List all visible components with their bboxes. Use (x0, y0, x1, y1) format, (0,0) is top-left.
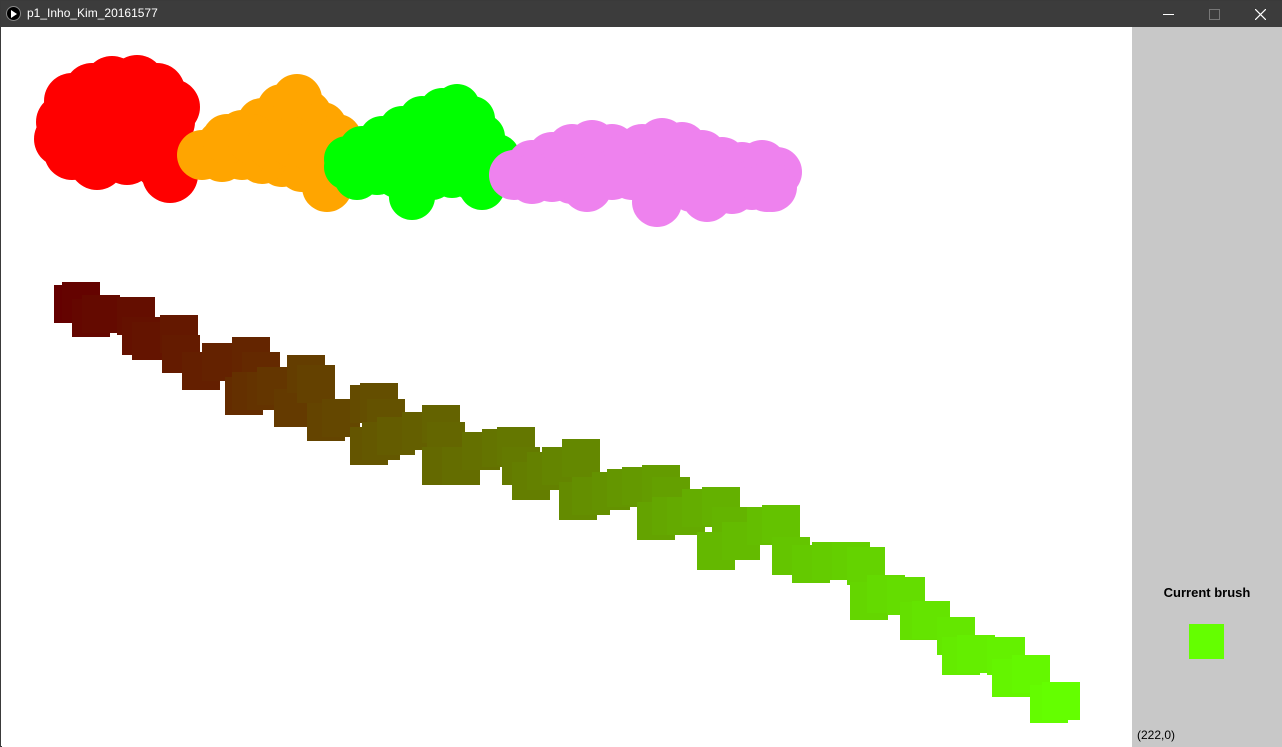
circle-brush-dab (682, 172, 732, 222)
circle-brush-dab (44, 124, 100, 180)
circle-brush-dab (507, 154, 557, 204)
current-brush-label: Current brush (1163, 585, 1251, 600)
maximize-icon (1209, 9, 1220, 20)
drawing-canvas[interactable] (2, 27, 1132, 747)
square-brush-dab (1042, 682, 1080, 720)
circle-brush-dab (742, 162, 792, 212)
window-title: p1_Inho_Kim_20161577 (27, 6, 158, 20)
circle-brush-dab (389, 174, 435, 220)
square-brush-dab (82, 295, 120, 333)
circle-brush-dab (562, 162, 612, 212)
circle-brush-dab (632, 177, 682, 227)
circle-brush-dab (449, 122, 495, 168)
processing-play-icon (6, 6, 21, 21)
paint-layer (34, 55, 1080, 723)
maximize-button[interactable] (1191, 1, 1237, 27)
minimize-icon (1163, 14, 1174, 15)
current-brush-swatch (1189, 624, 1224, 659)
circle-brush-dab (124, 124, 180, 180)
square-brush-dab (562, 439, 600, 477)
close-button[interactable] (1237, 1, 1282, 27)
title-bar[interactable]: p1_Inho_Kim_20161577 (1, 1, 1282, 27)
minimize-button[interactable] (1145, 1, 1191, 27)
square-brush-dab (297, 365, 335, 403)
brush-panel: Current brush (222,0) (1132, 27, 1282, 747)
cursor-coordinates: (222,0) (1137, 728, 1176, 742)
app-window: p1_Inho_Kim_20161577 Current brush (222,… (0, 0, 1282, 747)
circle-brush-dab (324, 144, 370, 190)
close-icon (1255, 9, 1266, 20)
